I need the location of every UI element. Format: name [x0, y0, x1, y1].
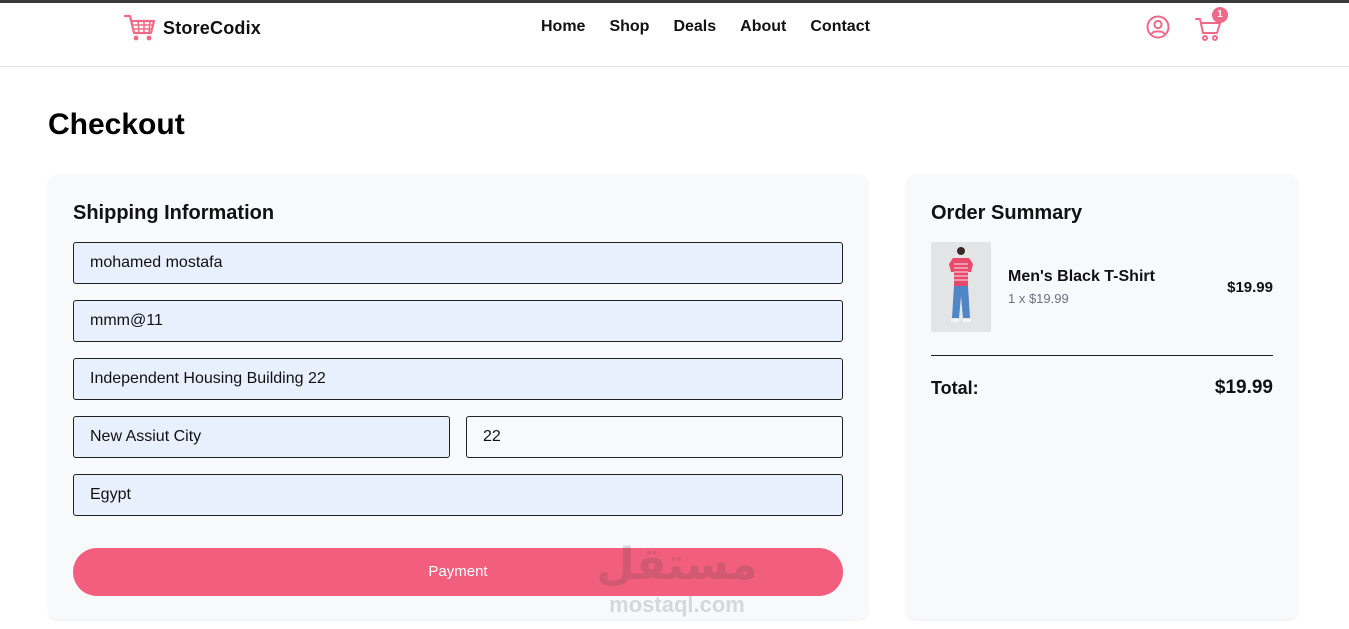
- payment-button[interactable]: Payment: [73, 548, 843, 596]
- cart-count-badge: 1: [1212, 7, 1228, 23]
- address-input[interactable]: Independent Housing Building 22: [73, 358, 843, 400]
- country-input[interactable]: Egypt: [73, 474, 843, 516]
- product-photo-icon: [931, 242, 991, 332]
- total-label: Total:: [931, 378, 979, 398]
- site-header: StoreCodix Home Shop Deals About Contact…: [0, 3, 1349, 67]
- full-name-input[interactable]: mohamed mostafa: [73, 242, 843, 284]
- nav-deals[interactable]: Deals: [673, 17, 716, 37]
- summary-divider: [931, 355, 1273, 356]
- product-thumbnail[interactable]: [931, 242, 991, 332]
- brand-name: StoreCodix: [163, 17, 262, 38]
- postal-code-input[interactable]: 22: [466, 416, 843, 458]
- shopping-cart-logo-icon: [124, 14, 156, 41]
- page-title: Checkout: [48, 108, 185, 141]
- nav-home[interactable]: Home: [541, 17, 585, 37]
- total-value: $19.99: [1214, 377, 1273, 398]
- shipping-title: Shipping Information: [73, 202, 275, 224]
- brand-logo[interactable]: StoreCodix: [124, 13, 261, 43]
- product-quantity: 1 x $19.99: [1008, 291, 1069, 306]
- city-input[interactable]: New Assiut City: [73, 416, 450, 458]
- product-price: $19.99: [1227, 279, 1273, 296]
- nav-shop[interactable]: Shop: [609, 17, 649, 37]
- shipping-information-card: Shipping Information mohamed mostafa mmm…: [49, 175, 867, 619]
- nav-contact[interactable]: Contact: [810, 17, 870, 37]
- main-nav: Home Shop Deals About Contact: [541, 17, 894, 37]
- product-name: Men's Black T-Shirt: [1008, 268, 1155, 285]
- user-account-icon[interactable]: [1146, 15, 1170, 39]
- email-input[interactable]: mmm@11: [73, 300, 843, 342]
- order-summary-title: Order Summary: [931, 202, 1083, 224]
- order-summary-card: Order Summary Men's Black T-Shirt 1 x $1…: [907, 175, 1297, 619]
- nav-about[interactable]: About: [740, 17, 786, 37]
